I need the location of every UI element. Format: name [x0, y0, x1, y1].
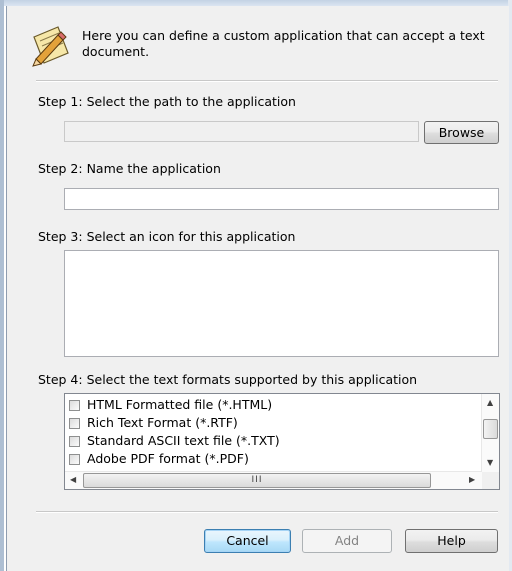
vertical-scrollbar[interactable]: ▲ ▼	[481, 394, 499, 472]
vertical-scroll-thumb[interactable]	[483, 419, 498, 439]
scroll-down-arrow-icon[interactable]: ▼	[487, 459, 493, 467]
format-label: Standard ASCII text file (*.TXT)	[87, 433, 280, 448]
window-frame-left	[0, 0, 4, 571]
scroll-left-arrow-icon[interactable]: ◀	[70, 476, 76, 484]
format-item-rtf[interactable]: Rich Text Format (*.RTF)	[69, 415, 238, 431]
scroll-up-arrow-icon[interactable]: ▲	[487, 399, 493, 407]
format-checkbox[interactable]	[69, 418, 80, 429]
step2-label: Step 2: Name the application	[38, 161, 221, 176]
pencil-notepad-icon	[32, 26, 69, 67]
format-item-html[interactable]: HTML Formatted file (*.HTML)	[69, 397, 272, 413]
application-name-field[interactable]	[64, 188, 499, 210]
format-item-txt[interactable]: Standard ASCII text file (*.TXT)	[69, 433, 280, 449]
step4-label: Step 4: Select the text formats supporte…	[38, 372, 418, 387]
text-formats-list[interactable]: HTML Formatted file (*.HTML) Rich Text F…	[64, 393, 500, 490]
scrollbar-corner	[482, 472, 499, 489]
format-checkbox[interactable]	[69, 400, 80, 411]
step3-label: Step 3: Select an icon for this applicat…	[38, 229, 296, 244]
horizontal-scroll-thumb[interactable]: III	[83, 473, 431, 488]
cancel-button[interactable]: Cancel	[204, 529, 291, 553]
format-checkbox[interactable]	[69, 436, 80, 447]
format-label: HTML Formatted file (*.HTML)	[87, 397, 273, 412]
format-item-pdf[interactable]: Adobe PDF format (*.PDF)	[69, 451, 249, 467]
application-path-field[interactable]	[64, 121, 419, 142]
browse-button[interactable]: Browse	[424, 121, 499, 144]
format-checkbox[interactable]	[69, 454, 80, 465]
dialog-description: Here you can define a custom application…	[82, 28, 485, 59]
format-label: Rich Text Format (*.RTF)	[87, 415, 238, 430]
step1-label: Step 1: Select the path to the applicati…	[38, 94, 296, 109]
add-button[interactable]: Add	[302, 529, 392, 553]
horizontal-scrollbar[interactable]: ◀ III ▶	[65, 471, 482, 489]
help-button[interactable]: Help	[405, 529, 498, 553]
scroll-right-arrow-icon[interactable]: ▶	[469, 476, 475, 484]
format-label: Adobe PDF format (*.PDF)	[87, 451, 249, 466]
header-separator	[36, 80, 498, 82]
footer-separator	[36, 511, 498, 513]
icon-selection-box[interactable]	[64, 250, 499, 357]
